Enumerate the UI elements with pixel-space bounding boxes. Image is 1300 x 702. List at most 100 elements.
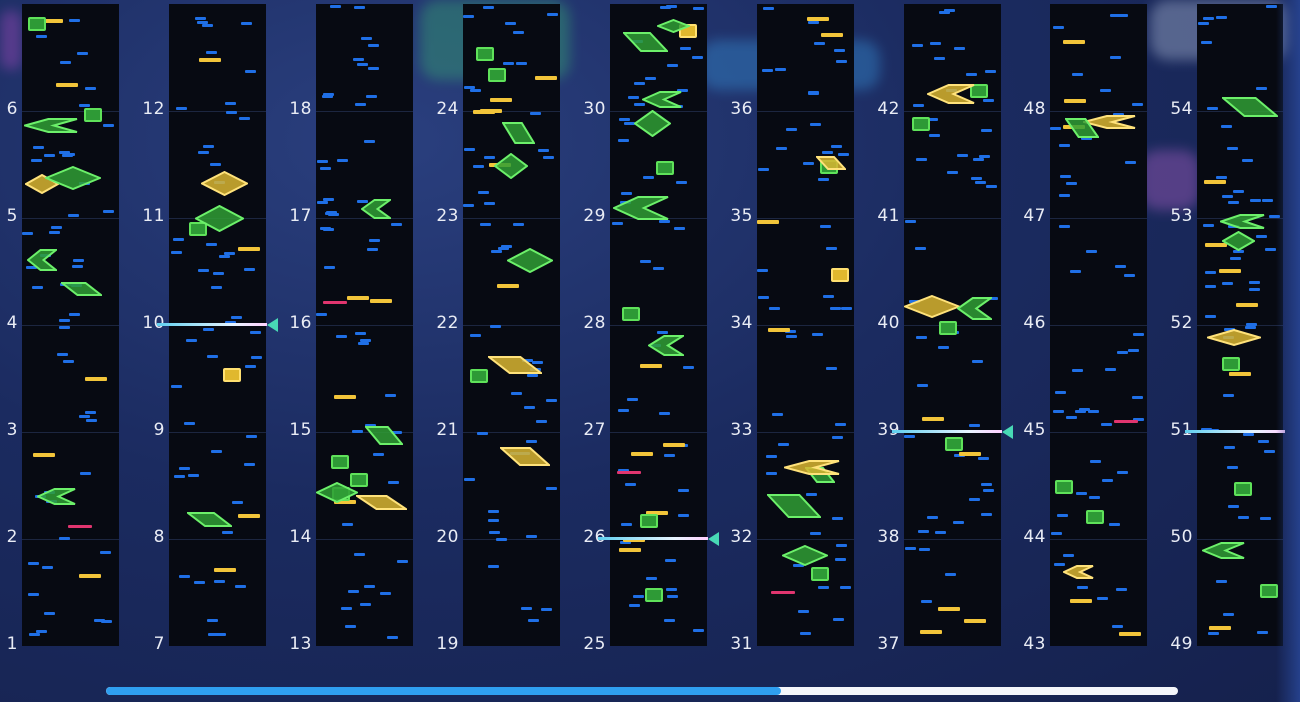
tap-note <box>380 592 391 595</box>
tap-note <box>810 123 821 126</box>
tap-note <box>348 590 359 593</box>
bar-number: 28 <box>583 313 606 333</box>
tap-note <box>1060 175 1071 178</box>
measure-line <box>1050 325 1147 326</box>
measure-line <box>1050 432 1147 433</box>
tap-note <box>1222 195 1233 198</box>
tap-note <box>225 102 236 105</box>
slide-note <box>61 282 102 296</box>
tap-note <box>808 21 819 24</box>
tap-note <box>496 538 507 541</box>
tap-note <box>208 633 219 636</box>
tap-note <box>1256 87 1267 90</box>
tap-note <box>232 501 243 504</box>
tap-note <box>618 139 629 142</box>
slide-note <box>904 295 960 318</box>
tap-note <box>763 7 774 10</box>
tap-note <box>1205 285 1216 288</box>
hold-note <box>1119 632 1141 636</box>
tap-note <box>841 307 852 310</box>
tap-note <box>981 129 992 132</box>
tap-note <box>1228 505 1239 508</box>
slide-note <box>494 153 528 179</box>
bar-number: 25 <box>583 634 606 654</box>
slide-note <box>623 32 668 52</box>
tap-note <box>659 220 670 223</box>
tap-note <box>323 228 334 231</box>
bar-number: 17 <box>289 206 312 226</box>
tap-note <box>1075 410 1086 413</box>
square-note <box>912 117 930 131</box>
bar-number: 15 <box>289 420 312 440</box>
measure-line <box>610 432 707 433</box>
measure-line <box>22 325 119 326</box>
bar-number: 9 <box>153 420 165 440</box>
tap-note <box>916 336 927 339</box>
tap-note <box>488 565 499 568</box>
tap-note <box>488 519 499 522</box>
tap-note <box>368 44 379 47</box>
tap-note <box>834 49 845 52</box>
tap-note <box>1101 423 1112 426</box>
chart-column <box>1050 4 1147 646</box>
slide-note <box>507 248 553 273</box>
slide-note <box>1202 542 1245 559</box>
tap-note <box>59 319 70 322</box>
square-note <box>945 437 963 451</box>
slide-note <box>782 545 828 566</box>
tap-note <box>480 223 491 226</box>
tap-note <box>966 73 977 76</box>
tap-note <box>206 51 217 54</box>
slide-note <box>195 205 244 232</box>
hold-note <box>1204 180 1226 184</box>
tap-note <box>978 457 989 460</box>
bar-number: 54 <box>1170 99 1193 119</box>
tap-note <box>513 223 524 226</box>
tap-note <box>1089 496 1100 499</box>
measure-line <box>1050 539 1147 540</box>
tap-note <box>186 339 197 342</box>
measure-line <box>757 325 854 326</box>
tap-note <box>541 608 552 611</box>
tap-note <box>621 523 632 526</box>
chart-column <box>757 4 854 646</box>
measure-line <box>904 539 1001 540</box>
square-note <box>645 588 663 602</box>
tap-note <box>44 612 55 615</box>
tap-note <box>354 6 365 9</box>
chart-column <box>463 4 560 646</box>
tap-note <box>1055 391 1066 394</box>
tap-note <box>1112 625 1123 628</box>
tap-note <box>762 69 773 72</box>
tap-note <box>981 483 992 486</box>
tap-note <box>1256 235 1267 238</box>
playhead-line <box>157 323 267 326</box>
bar-number: 52 <box>1170 313 1193 333</box>
tap-note <box>546 487 557 490</box>
slide-note <box>488 356 542 374</box>
tap-note <box>530 112 541 115</box>
bar-number: 21 <box>436 420 459 440</box>
tap-note <box>835 558 846 561</box>
hold-note <box>821 33 843 37</box>
tap-note <box>1260 517 1271 520</box>
bar-number: 44 <box>1023 527 1046 547</box>
tap-note <box>1070 270 1081 273</box>
chart-scrollbar[interactable] <box>106 687 1178 695</box>
square-note <box>84 108 102 122</box>
bar-number: 53 <box>1170 206 1193 226</box>
tap-note <box>231 316 242 319</box>
tap-note <box>628 96 639 99</box>
tap-note <box>930 42 941 45</box>
hold-note <box>807 17 829 21</box>
hold-note <box>663 443 685 447</box>
measure-line <box>169 539 266 540</box>
tap-note <box>484 202 495 205</box>
tap-note <box>355 332 366 335</box>
bar-number: 33 <box>730 420 753 440</box>
slide-note <box>816 156 846 170</box>
tap-note <box>463 15 474 18</box>
tap-note <box>1077 586 1088 589</box>
tap-note <box>222 531 233 534</box>
square-note <box>476 47 494 61</box>
